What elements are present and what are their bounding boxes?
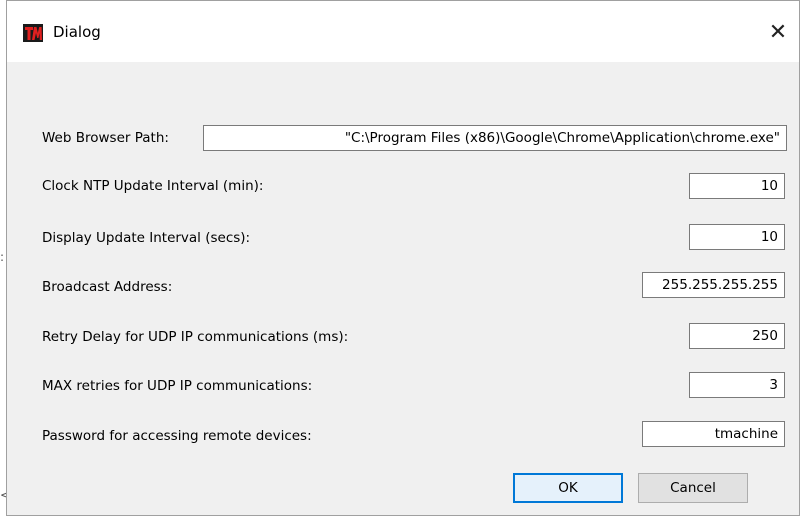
cancel-button[interactable]: Cancel [638,473,748,503]
background-edge-mark: : [0,250,5,264]
broadcast-address-input[interactable]: 255.255.255.255 [642,272,785,298]
display-update-interval-label: Display Update Interval (secs): [42,230,251,246]
password-input[interactable]: tmachine [642,421,785,447]
tm-logo-icon [23,24,43,42]
max-retries-label: MAX retries for UDP IP communications: [42,378,313,394]
web-browser-path-input[interactable]: "C:\Program Files (x86)\Google\Chrome\Ap… [203,125,787,151]
close-icon: ✕ [768,19,788,45]
ok-button[interactable]: OK [513,473,623,503]
settings-dialog: Dialog ✕ Web Browser Path: "C:\Program F… [6,0,800,516]
max-retries-input[interactable]: 3 [689,372,785,398]
dialog-title: Dialog [53,23,101,41]
web-browser-path-label: Web Browser Path: [42,130,169,146]
close-button[interactable]: ✕ [763,17,793,47]
broadcast-address-label: Broadcast Address: [42,279,173,295]
retry-delay-input[interactable]: 250 [689,323,785,349]
title-bar: Dialog ✕ [7,1,799,62]
display-update-interval-input[interactable]: 10 [689,224,785,250]
password-label: Password for accessing remote devices: [42,428,312,444]
clock-ntp-interval-input[interactable]: 10 [689,173,785,199]
retry-delay-label: Retry Delay for UDP IP communications (m… [42,329,349,345]
clock-ntp-interval-label: Clock NTP Update Interval (min): [42,178,264,194]
